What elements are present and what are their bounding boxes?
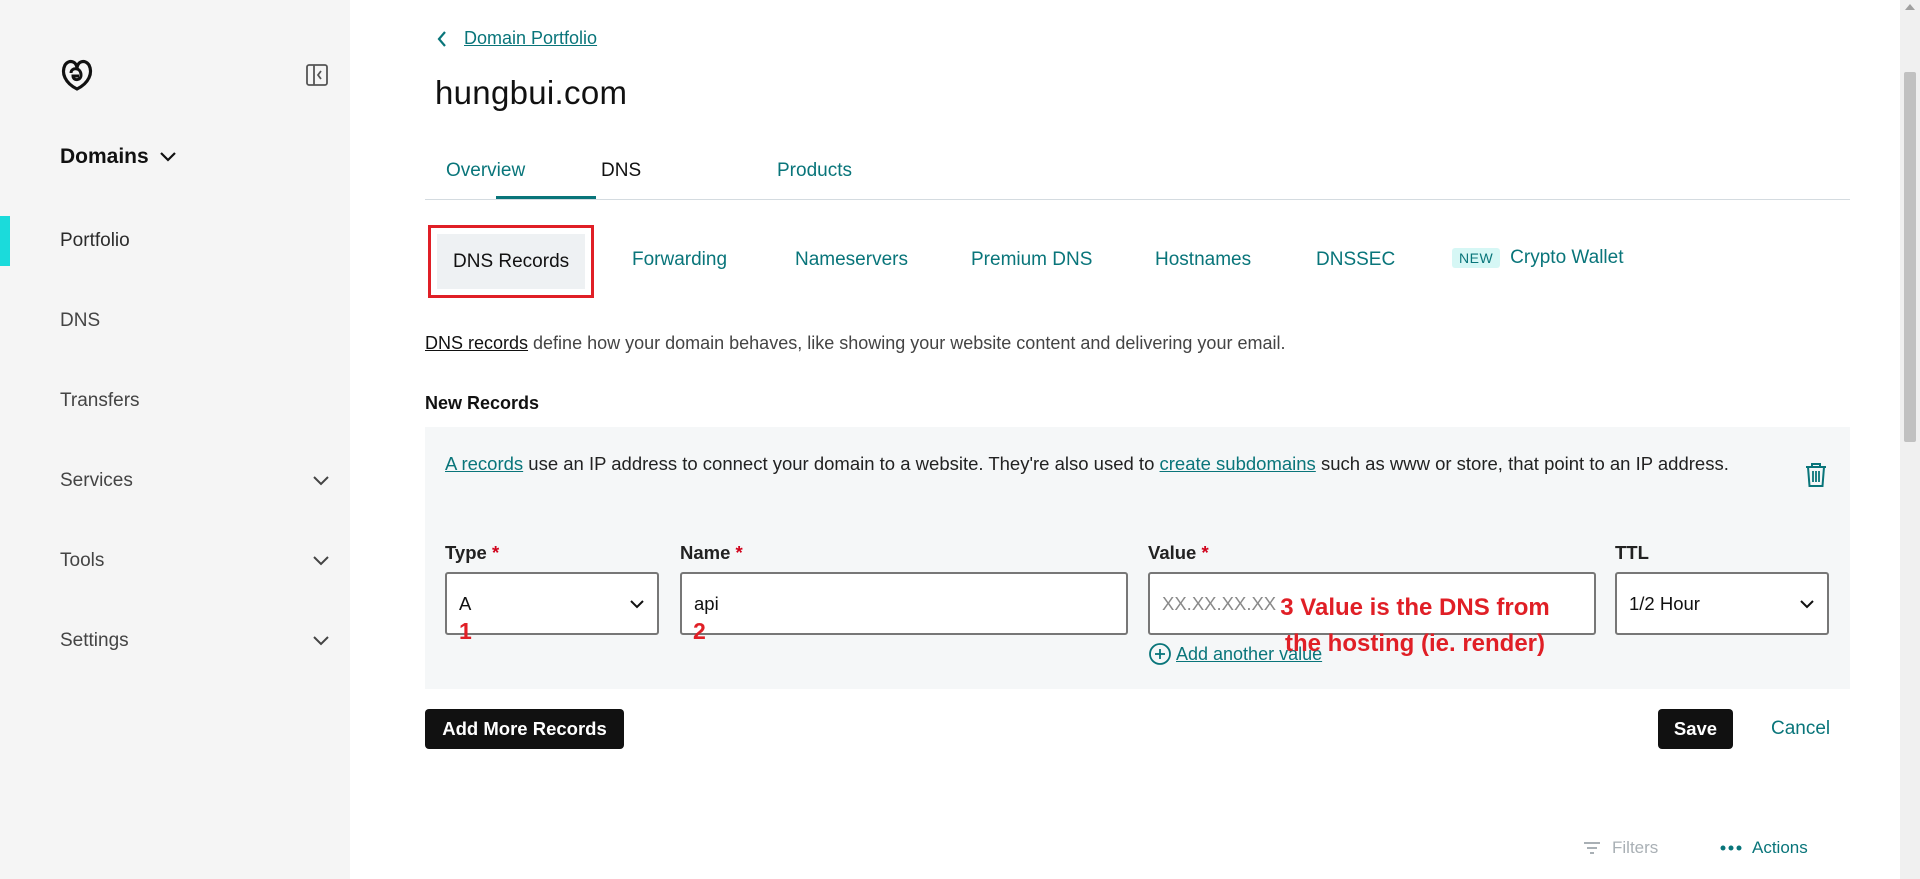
record-info-text: A records use an IP address to connect y… bbox=[445, 449, 1775, 479]
plus-circle-icon bbox=[1149, 643, 1171, 665]
sidebar-item-portfolio[interactable]: Portfolio bbox=[60, 230, 330, 252]
value-label-text: Value bbox=[1148, 542, 1197, 563]
subtab-bar: DNS Records Forwarding Nameservers Premi… bbox=[425, 225, 1850, 298]
actions-menu[interactable]: Actions bbox=[1720, 838, 1808, 858]
active-tab-indicator bbox=[496, 196, 596, 199]
scroll-up-icon[interactable] bbox=[1905, 4, 1915, 10]
info-text: use an IP address to connect your domain… bbox=[523, 453, 1160, 474]
type-label-text: Type bbox=[445, 542, 487, 563]
save-button[interactable]: Save bbox=[1658, 709, 1733, 749]
sidebar-item-label: Tools bbox=[60, 550, 105, 571]
tab-products[interactable]: Products bbox=[777, 160, 852, 182]
dns-records-link[interactable]: DNS records bbox=[425, 333, 528, 353]
domains-heading-label: Domains bbox=[60, 145, 149, 168]
breadcrumb-link[interactable]: Domain Portfolio bbox=[464, 28, 597, 49]
tab-bar: Overview DNS Products bbox=[425, 150, 1850, 200]
sidebar-item-label: Settings bbox=[60, 630, 129, 651]
scrollbar[interactable] bbox=[1900, 0, 1920, 879]
subtab-crypto-wallet[interactable]: NEW Crypto Wallet bbox=[1452, 247, 1624, 269]
new-records-heading: New Records bbox=[425, 393, 540, 413]
page-title: hungbui.com bbox=[435, 74, 628, 111]
more-dots-icon bbox=[1720, 845, 1742, 851]
chevron-down-icon bbox=[313, 556, 329, 566]
annotation-1: 1 bbox=[459, 618, 472, 644]
sidebar-item-label: DNS bbox=[60, 310, 101, 331]
ttl-label: TTL bbox=[1615, 542, 1649, 563]
chevron-down-icon bbox=[313, 476, 329, 486]
name-label: Name * bbox=[680, 542, 743, 564]
subtab-dns-records[interactable]: DNS Records bbox=[428, 225, 594, 298]
annotation-2: 2 bbox=[693, 618, 706, 644]
value-label: Value * bbox=[1148, 542, 1209, 564]
info-text: such as www or store, that point to an I… bbox=[1315, 453, 1729, 474]
subtab-label: Crypto Wallet bbox=[1510, 247, 1624, 268]
domains-menu[interactable]: Domains bbox=[60, 145, 177, 169]
ttl-value: 1/2 Hour bbox=[1629, 592, 1700, 614]
collapse-sidebar-icon[interactable] bbox=[305, 63, 329, 87]
tab-dns[interactable]: DNS bbox=[601, 160, 641, 182]
tab-overview[interactable]: Overview bbox=[446, 160, 525, 182]
chevron-down-icon bbox=[313, 636, 329, 646]
annotation-3: 3 Value is the DNS from the hosting (ie.… bbox=[1280, 594, 1550, 657]
chevron-down-icon bbox=[1800, 599, 1814, 608]
subtab-forwarding[interactable]: Forwarding bbox=[632, 249, 727, 271]
name-input[interactable]: api bbox=[680, 572, 1128, 635]
sidebar-item-transfers[interactable]: Transfers bbox=[60, 390, 330, 412]
filters-label: Filters bbox=[1612, 838, 1659, 857]
sidebar-item-settings[interactable]: Settings bbox=[60, 630, 330, 652]
cancel-button[interactable]: Cancel bbox=[1771, 718, 1830, 740]
breadcrumb: Domain Portfolio bbox=[436, 28, 597, 49]
type-select[interactable]: A bbox=[445, 572, 659, 635]
description-text: define how your domain behaves, like sho… bbox=[528, 333, 1286, 353]
create-subdomains-link[interactable]: create subdomains bbox=[1160, 453, 1316, 474]
godaddy-logo-icon[interactable] bbox=[57, 55, 97, 95]
scrollbar-thumb[interactable] bbox=[1904, 72, 1916, 442]
subtab-premium-dns[interactable]: Premium DNS bbox=[971, 249, 1092, 271]
chevron-down-icon bbox=[630, 599, 644, 608]
sidebar-item-services[interactable]: Services bbox=[60, 470, 330, 492]
subtab-dnssec[interactable]: DNSSEC bbox=[1316, 249, 1395, 271]
type-value: A bbox=[459, 592, 472, 614]
sidebar-item-label: Services bbox=[60, 470, 133, 491]
ttl-select[interactable]: 1/2 Hour bbox=[1615, 572, 1829, 635]
main-content: Domain Portfolio hungbui.com Overview DN… bbox=[350, 0, 1900, 879]
required-mark: * bbox=[735, 542, 743, 563]
subtab-nameservers[interactable]: Nameservers bbox=[795, 249, 908, 271]
dns-description: DNS records define how your domain behav… bbox=[425, 333, 1285, 354]
a-records-link[interactable]: A records bbox=[445, 453, 523, 474]
required-mark: * bbox=[1201, 542, 1209, 563]
record-editor: A records use an IP address to connect y… bbox=[425, 427, 1850, 689]
sidebar-item-label: Portfolio bbox=[60, 230, 130, 251]
actions-label: Actions bbox=[1752, 838, 1808, 857]
sidebar: Domains Portfolio DNS Transfers Services… bbox=[0, 0, 350, 879]
sidebar-item-dns[interactable]: DNS bbox=[60, 310, 330, 332]
sidebar-item-label: Transfers bbox=[60, 390, 140, 411]
filter-icon bbox=[1584, 842, 1600, 854]
new-badge: NEW bbox=[1452, 248, 1501, 268]
add-more-records-button[interactable]: Add More Records bbox=[425, 709, 624, 749]
chevron-left-icon[interactable] bbox=[436, 30, 448, 48]
type-label: Type * bbox=[445, 542, 499, 564]
subtab-hostnames[interactable]: Hostnames bbox=[1155, 249, 1251, 271]
chevron-down-icon bbox=[159, 152, 176, 162]
name-value: api bbox=[694, 592, 719, 614]
active-indicator bbox=[0, 216, 10, 266]
filters-button[interactable]: Filters bbox=[1582, 838, 1658, 858]
required-mark: * bbox=[491, 542, 500, 563]
sidebar-item-tools[interactable]: Tools bbox=[60, 550, 330, 572]
name-label-text: Name bbox=[680, 542, 731, 563]
trash-icon[interactable] bbox=[1802, 461, 1830, 489]
subtab-label: DNS Records bbox=[453, 251, 570, 272]
